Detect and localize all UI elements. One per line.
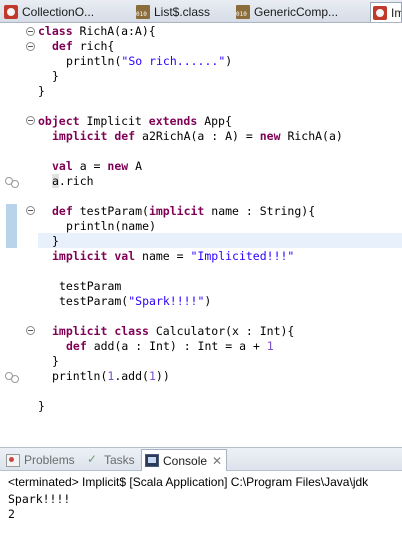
console-line: 2 — [8, 507, 15, 521]
tab-list-class[interactable]: List$.class — [136, 2, 218, 22]
tab-label: List$.class — [154, 5, 211, 19]
code-line: def testParam(implicit name : String){ — [52, 204, 316, 218]
code-line: a.rich — [52, 174, 94, 188]
code-line: object Implicit extends App{ — [38, 114, 232, 128]
code-editor[interactable]: class RichA(a:A){ def rich{ println("So … — [0, 23, 402, 437]
code-text: class RichA(a:A){ def rich{ println("So … — [0, 23, 402, 437]
console-icon — [145, 454, 159, 467]
tab-label: Im — [391, 5, 401, 20]
editor-tab-bar: CollectionO... List$.class GenericComp..… — [0, 0, 402, 23]
code-line: } — [52, 354, 59, 368]
views-area: Problems Tasks Console ✕ — [0, 437, 402, 473]
code-line: implicit class Calculator(x : Int){ — [52, 324, 295, 338]
views-tab-bar: Problems Tasks Console ✕ — [0, 447, 402, 471]
scala-object-icon — [373, 5, 387, 20]
code-line: } — [38, 84, 45, 98]
code-line: } — [38, 399, 45, 413]
tab-problems[interactable]: Problems — [6, 451, 75, 469]
code-line: def add(a : Int) : Int = a + 1 — [66, 339, 274, 353]
tab-label: Console — [163, 453, 208, 468]
tab-label: GenericComp... — [254, 5, 339, 19]
tab-label: CollectionO... — [22, 5, 95, 19]
scala-object-icon — [4, 5, 18, 19]
code-line: println("So rich......") — [66, 54, 233, 68]
code-line: testParam("Spark!!!!") — [59, 294, 212, 308]
tab-tasks[interactable]: Tasks — [86, 451, 135, 469]
console-status-line: <terminated> Implicit$ [Scala Applicatio… — [8, 475, 369, 489]
tab-implicit[interactable]: Im — [370, 2, 402, 22]
code-line: implicit val name = "Implicited!!!" — [52, 249, 295, 263]
code-line: class RichA(a:A){ — [38, 24, 156, 38]
tab-collection-object[interactable]: CollectionO... — [4, 2, 100, 22]
code-line: testParam — [59, 279, 122, 293]
tab-label: Problems — [24, 453, 75, 467]
problems-icon — [6, 453, 20, 467]
code-line: val a = new A — [52, 159, 143, 173]
code-line: } — [52, 234, 59, 248]
console-line: Spark!!!! — [8, 492, 71, 506]
code-line: implicit def a2RichA(a : A) = new RichA(… — [52, 129, 343, 143]
code-line: println(name) — [66, 219, 157, 233]
code-line: println(1.add(1)) — [52, 369, 170, 383]
tab-console[interactable]: Console ✕ — [141, 449, 228, 471]
tab-generic-comp[interactable]: GenericComp... — [236, 2, 340, 22]
class-file-icon — [136, 5, 150, 19]
class-file-icon — [236, 5, 250, 19]
tab-label: Tasks — [104, 453, 135, 467]
code-line: def rich{ — [52, 39, 115, 53]
console-output[interactable]: Spark!!!! 2 — [0, 491, 402, 533]
close-icon[interactable]: ✕ — [212, 454, 222, 468]
code-line: } — [52, 69, 59, 83]
tasks-icon — [86, 452, 100, 467]
